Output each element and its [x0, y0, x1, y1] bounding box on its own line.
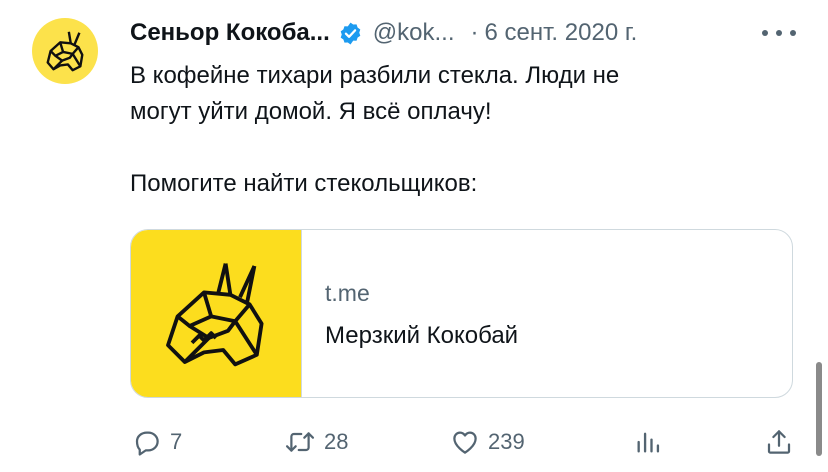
tweet-actions: 7 28 239	[132, 424, 800, 460]
tweet-date[interactable]: 6 сент. 2020 г.	[484, 19, 637, 47]
dog-head-logo-icon	[46, 31, 84, 72]
reply-count: 7	[170, 429, 183, 454]
card-title: Мерзкий Кокобай	[325, 322, 519, 349]
tweet-text-line: Помогите найти стекольщиков:	[130, 170, 478, 197]
author-display-name[interactable]: Сеньор Кокоба...	[130, 19, 330, 47]
dog-head-logo-icon	[166, 262, 264, 366]
link-preview-card[interactable]: t.me Мерзкий Кокобай	[130, 229, 793, 398]
scrollbar[interactable]	[816, 362, 822, 456]
like-count: 239	[488, 429, 525, 454]
tweet-header: Сеньор Кокоба... @kok... · 6 сент. 2020 …	[130, 16, 790, 50]
verified-badge-icon	[338, 21, 363, 46]
like-button[interactable]: 239	[450, 424, 525, 460]
card-image	[131, 230, 302, 397]
header-separator: ·	[470, 19, 479, 46]
card-domain: t.me	[325, 280, 370, 306]
share-icon	[767, 430, 791, 454]
reply-button[interactable]: 7	[132, 424, 182, 460]
author-handle[interactable]: @kok...	[373, 19, 455, 47]
retweet-count: 28	[324, 429, 349, 454]
more-dots-icon	[762, 30, 768, 36]
retweet-button[interactable]: 28	[284, 424, 348, 460]
reply-icon	[135, 431, 159, 456]
avatar[interactable]	[32, 18, 98, 84]
tweet-text: В кофейне тихари разбили стекла. Люди не…	[130, 58, 780, 202]
tweet-text-line: могут уйти домой. Я всё оплачу!	[130, 98, 492, 125]
tweet-text-line: В кофейне тихари разбили стекла. Люди не	[130, 62, 620, 89]
views-button[interactable]	[634, 424, 662, 460]
more-options-button[interactable]	[762, 21, 796, 45]
heart-icon	[453, 431, 477, 454]
retweet-icon	[285, 432, 315, 452]
share-button[interactable]	[764, 424, 794, 460]
views-chart-icon	[637, 432, 660, 453]
